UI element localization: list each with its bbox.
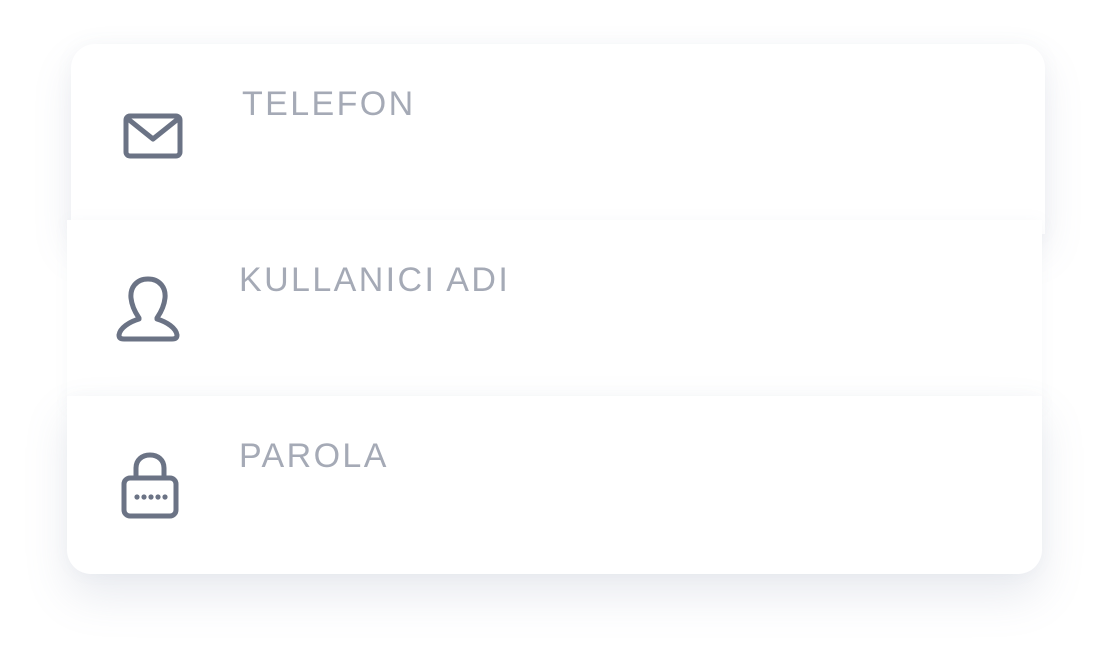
login-form: TELEFON KULLANICI ADI PAROLA — [0, 0, 1113, 666]
telefon-input[interactable] — [242, 136, 1006, 198]
telefon-label: TELEFON — [242, 85, 416, 123]
password-field[interactable]: PAROLA — [67, 396, 1042, 574]
user-icon — [116, 276, 180, 342]
password-label: PAROLA — [239, 437, 389, 475]
username-input[interactable] — [239, 312, 1003, 374]
lock-icon — [121, 452, 179, 519]
telefon-field[interactable]: TELEFON — [71, 44, 1045, 234]
username-field[interactable]: KULLANICI ADI — [67, 220, 1042, 410]
mail-icon — [123, 113, 183, 159]
username-label: KULLANICI ADI — [239, 261, 511, 299]
password-input[interactable] — [239, 488, 1003, 550]
